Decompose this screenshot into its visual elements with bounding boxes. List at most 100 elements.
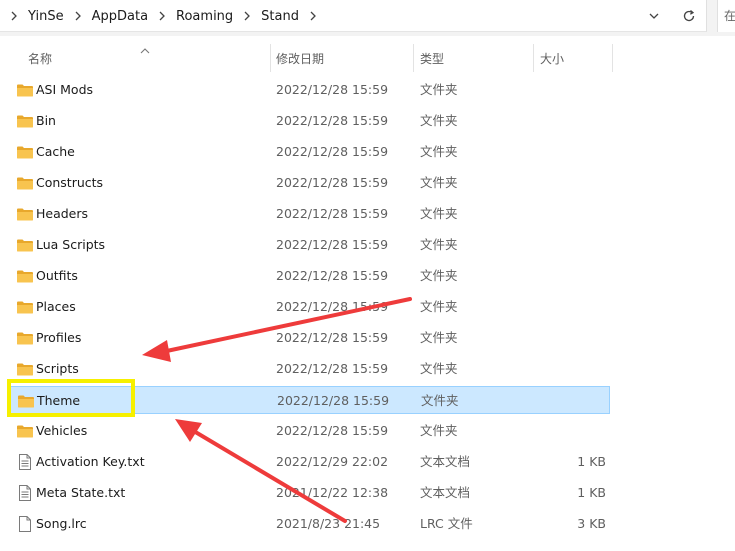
file-type: 文件夹 — [420, 361, 458, 376]
file-type: 文本文档 — [420, 454, 471, 469]
folder-icon — [16, 205, 34, 223]
file-date: 2022/12/28 15:59 — [277, 393, 390, 408]
file-name: Vehicles — [36, 423, 88, 438]
file-row[interactable]: Cache 2022/12/28 15:59 文件夹 — [8, 138, 610, 166]
column-header-date[interactable]: 修改日期 — [276, 42, 324, 72]
file-date: 2022/12/28 15:59 — [276, 423, 389, 438]
breadcrumb-item-appdata[interactable]: AppData — [86, 9, 154, 24]
file-type: 文件夹 — [420, 299, 458, 314]
column-divider[interactable] — [533, 44, 534, 72]
breadcrumb-item-stand[interactable]: Stand — [255, 9, 305, 24]
file-name: Profiles — [36, 330, 82, 345]
file-row[interactable]: Vehicles 2022/12/28 15:59 文件夹 — [8, 417, 610, 445]
file-row[interactable]: Lua Scripts 2022/12/28 15:59 文件夹 — [8, 231, 610, 259]
folder-icon — [16, 174, 34, 192]
column-header-name[interactable]: 名称 — [28, 42, 52, 72]
file-date: 2021/8/23 21:45 — [276, 516, 381, 531]
chevron-right-icon[interactable] — [70, 11, 86, 21]
file-name: Headers — [36, 206, 89, 221]
breadcrumb: YinSe AppData Roaming Stand — [6, 0, 321, 32]
file-name: Scripts — [36, 361, 79, 376]
address-history-button[interactable] — [645, 8, 663, 24]
folder-icon — [16, 236, 34, 254]
file-icon — [16, 515, 34, 533]
file-row[interactable]: Constructs 2022/12/28 15:59 文件夹 — [8, 169, 610, 197]
text-file-icon — [16, 453, 34, 471]
address-bar[interactable]: YinSe AppData Roaming Stand — [0, 0, 707, 32]
file-name: Theme — [37, 393, 81, 408]
file-row[interactable]: Theme 2022/12/28 15:59 文件夹 — [8, 386, 610, 414]
chevron-right-icon[interactable] — [154, 11, 170, 21]
chevron-right-icon[interactable] — [305, 11, 321, 21]
file-date: 2022/12/28 15:59 — [276, 330, 389, 345]
file-type: 文件夹 — [420, 175, 458, 190]
chevron-right-icon[interactable] — [239, 11, 255, 21]
column-divider[interactable] — [270, 44, 271, 72]
file-name: Places — [36, 299, 76, 314]
file-name: Cache — [36, 144, 75, 159]
file-row[interactable]: Activation Key.txt 2022/12/29 22:02 文本文档 1 … — [8, 448, 610, 476]
file-row[interactable]: Scripts 2022/12/28 15:59 文件夹 — [8, 355, 610, 383]
file-row[interactable]: Headers 2022/12/28 15:59 文件夹 — [8, 200, 610, 228]
file-date: 2022/12/28 15:59 — [276, 144, 389, 159]
breadcrumb-item-roaming[interactable]: Roaming — [170, 9, 239, 24]
file-size: 3 KB — [577, 516, 606, 531]
folder-icon — [16, 360, 34, 378]
file-date: 2022/12/28 15:59 — [276, 361, 389, 376]
refresh-button[interactable] — [678, 6, 700, 26]
file-date: 2022/12/28 15:59 — [276, 113, 389, 128]
folder-icon — [16, 329, 34, 347]
file-date: 2022/12/28 15:59 — [276, 299, 389, 314]
file-type: LRC 文件 — [420, 516, 473, 531]
folder-icon — [17, 392, 35, 410]
column-divider[interactable] — [413, 44, 414, 72]
file-date: 2022/12/28 15:59 — [276, 268, 389, 283]
file-date: 2022/12/28 15:59 — [276, 237, 389, 252]
file-row[interactable]: Song.lrc 2021/8/23 21:45 LRC 文件 3 KB — [8, 510, 610, 538]
folder-icon — [16, 298, 34, 316]
file-type: 文件夹 — [420, 144, 458, 159]
file-date: 2022/12/28 15:59 — [276, 206, 389, 221]
column-divider[interactable] — [612, 44, 613, 72]
file-name: Activation Key.txt — [36, 454, 145, 469]
file-name: Constructs — [36, 175, 104, 190]
file-date: 2022/12/28 15:59 — [276, 175, 389, 190]
file-row[interactable]: Bin 2022/12/28 15:59 文件夹 — [8, 107, 610, 135]
sort-ascending-icon — [140, 42, 150, 57]
file-name: Meta State.txt — [36, 485, 126, 500]
file-row[interactable]: Profiles 2022/12/28 15:59 文件夹 — [8, 324, 610, 352]
file-type: 文件夹 — [420, 268, 458, 283]
folder-icon — [16, 422, 34, 440]
file-date: 2021/12/22 12:38 — [276, 485, 389, 500]
column-header-type[interactable]: 类型 — [420, 42, 444, 72]
file-name: ASI Mods — [36, 82, 94, 97]
file-name: Lua Scripts — [36, 237, 106, 252]
refresh-icon — [683, 10, 695, 22]
file-row[interactable]: Outfits 2022/12/28 15:59 文件夹 — [8, 262, 610, 290]
text-file-icon — [16, 484, 34, 502]
chevron-right-icon[interactable] — [6, 11, 22, 21]
file-name: Song.lrc — [36, 516, 87, 531]
file-type: 文本文档 — [420, 485, 471, 500]
folder-icon — [16, 267, 34, 285]
file-row[interactable]: ASI Mods 2022/12/28 15:59 文件夹 — [8, 76, 610, 104]
file-size: 1 KB — [577, 485, 606, 500]
breadcrumb-item-yinse[interactable]: YinSe — [22, 9, 70, 24]
folder-icon — [16, 143, 34, 161]
file-name: Bin — [36, 113, 56, 128]
file-row[interactable]: Places 2022/12/28 15:59 文件夹 — [8, 293, 610, 321]
column-header-size[interactable]: 大小 — [540, 42, 564, 72]
file-type: 文件夹 — [421, 393, 459, 408]
top-bar: YinSe AppData Roaming Stand 在 — [0, 0, 735, 36]
file-type: 文件夹 — [420, 237, 458, 252]
column-header: 名称 修改日期 类型 大小 — [0, 42, 735, 72]
file-date: 2022/12/29 22:02 — [276, 454, 389, 469]
file-type: 文件夹 — [420, 206, 458, 221]
file-name: Outfits — [36, 268, 78, 283]
file-size: 1 KB — [577, 454, 606, 469]
file-row[interactable]: Meta State.txt 2021/12/22 12:38 文本文档 1 KB — [8, 479, 610, 507]
folder-icon — [16, 112, 34, 130]
file-type: 文件夹 — [420, 113, 458, 128]
search-input[interactable]: 在 — [717, 0, 735, 32]
folder-icon — [16, 81, 34, 99]
